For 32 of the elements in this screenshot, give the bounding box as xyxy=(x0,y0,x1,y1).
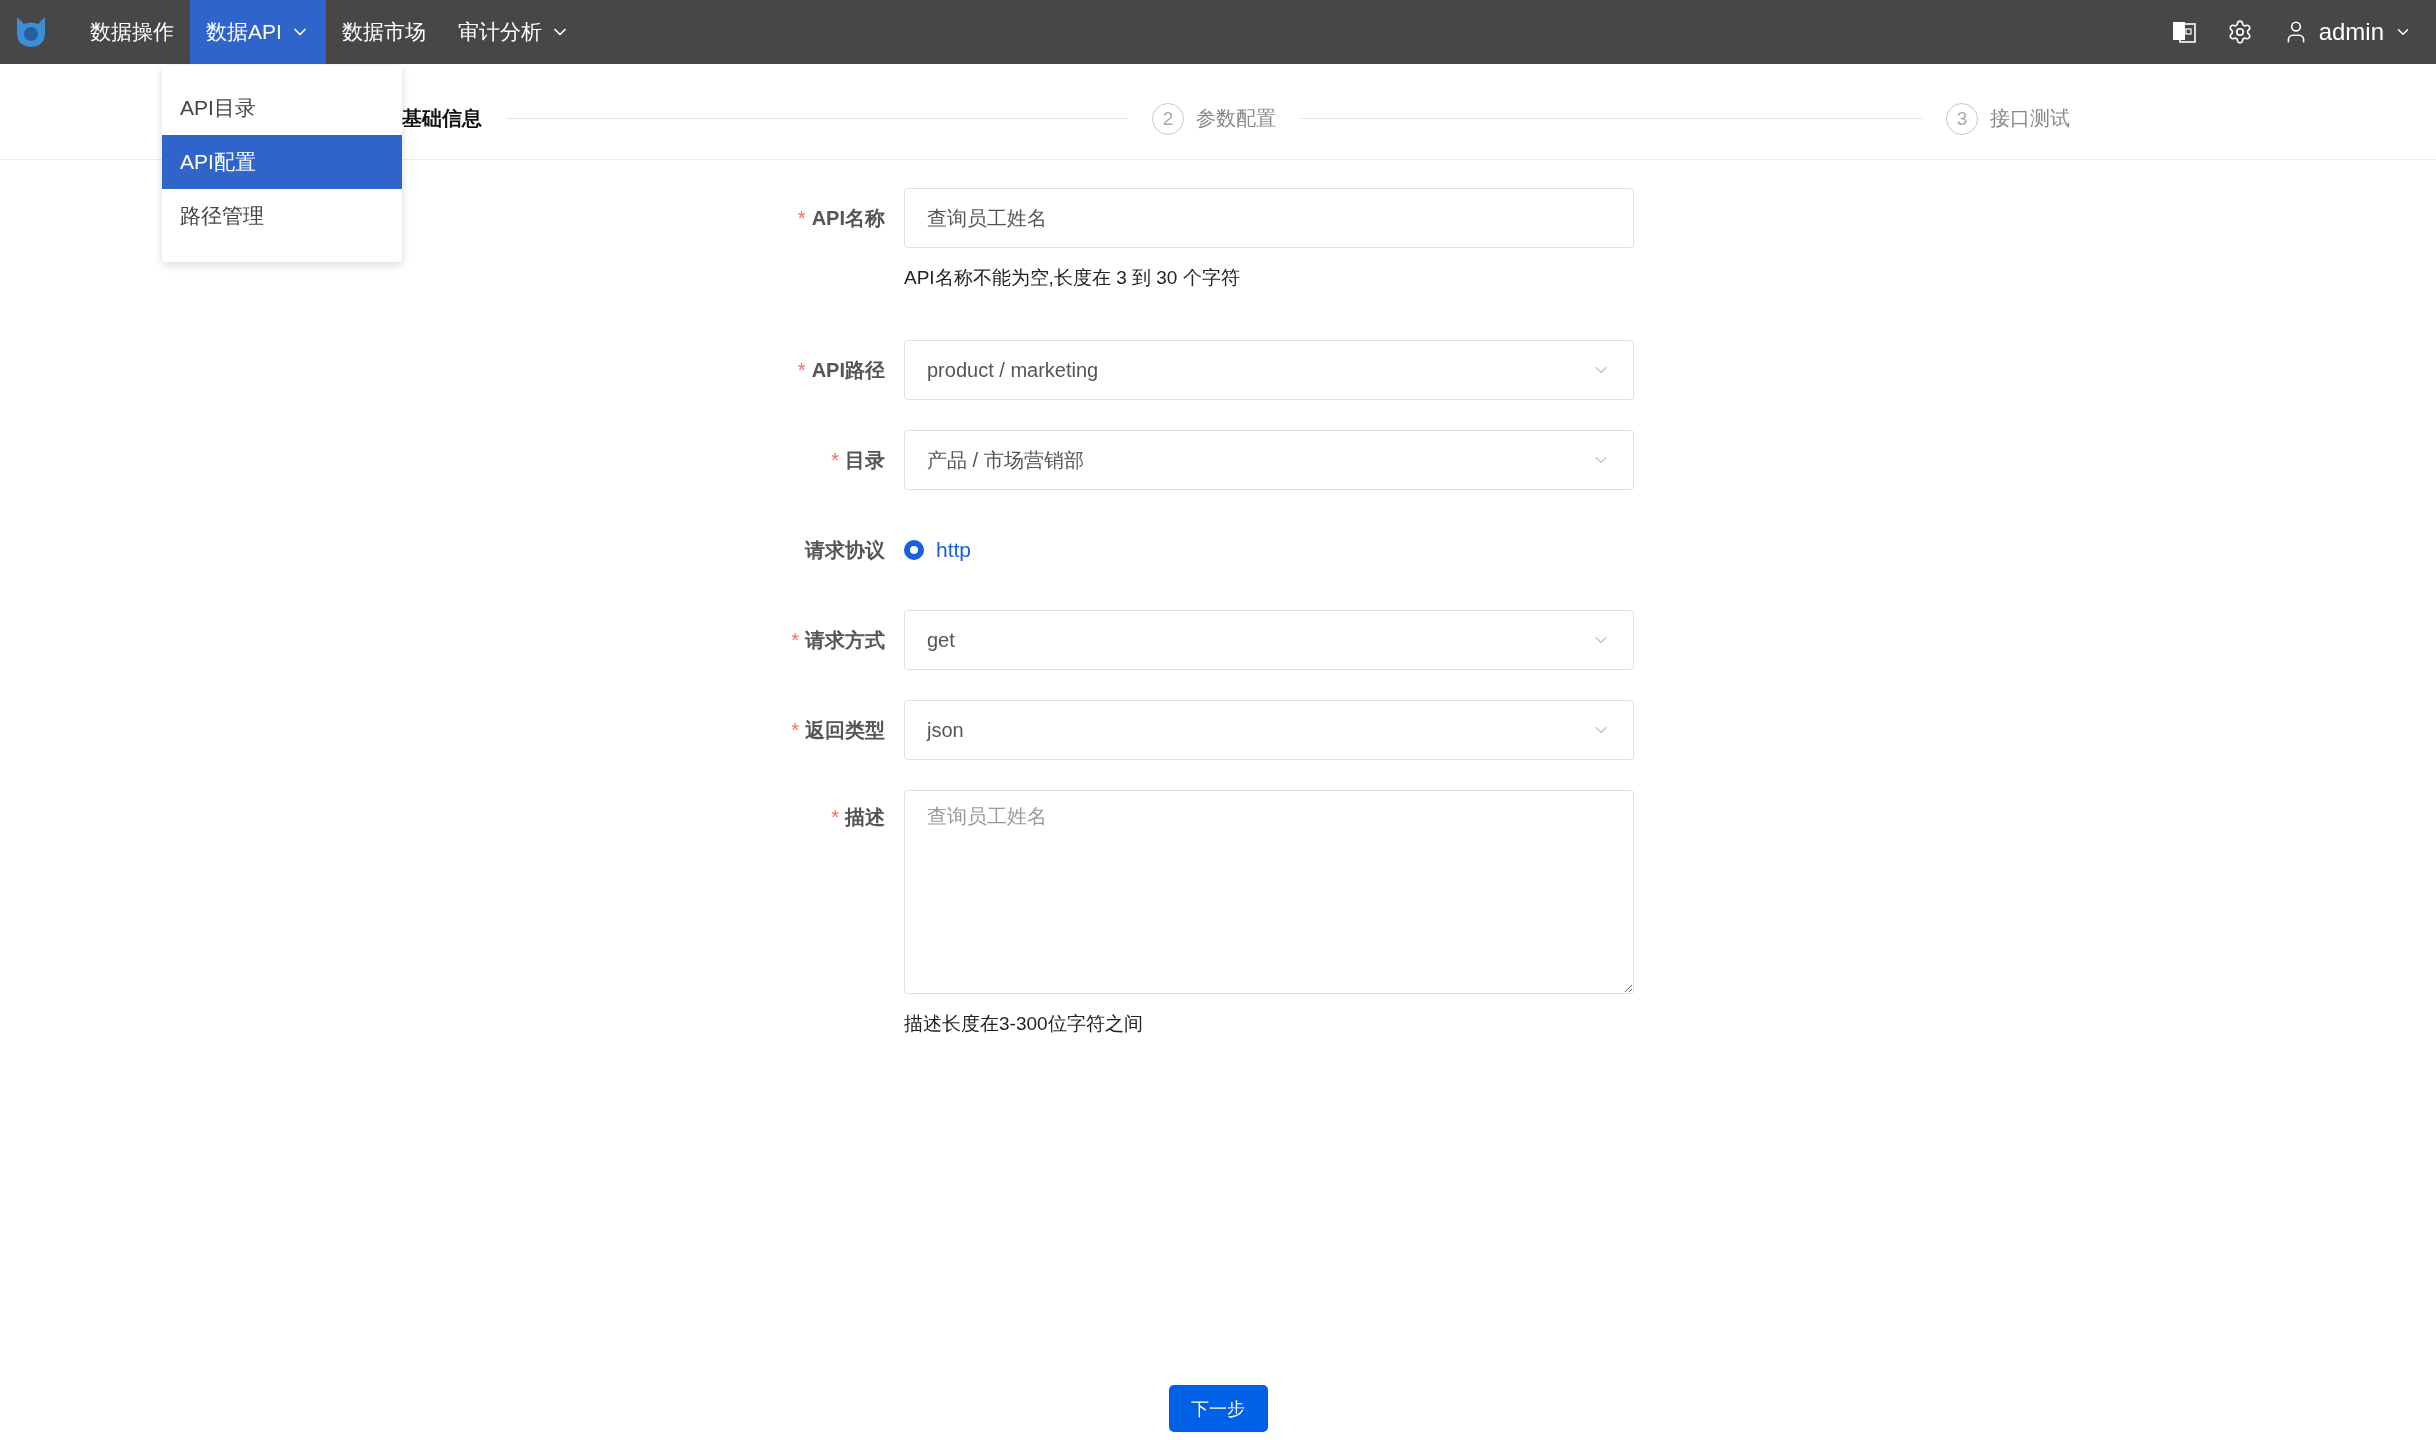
select-field[interactable]: get xyxy=(904,610,1634,670)
user-name[interactable]: admin xyxy=(2318,18,2384,46)
nav-menu-item[interactable]: 数据操作 xyxy=(74,0,190,64)
field-label: * 返回类型 xyxy=(790,717,885,743)
radio-label[interactable]: http xyxy=(936,538,972,562)
radio-button[interactable] xyxy=(904,540,924,560)
field-label: * API路径 xyxy=(796,357,885,383)
field-label: * 描述 xyxy=(830,805,885,830)
description-field[interactable]: 查询员工姓名 xyxy=(904,790,1634,994)
field-label: * API名称 xyxy=(796,205,885,231)
field-label: * 请求方式 xyxy=(790,627,885,653)
translate-icon[interactable] xyxy=(2170,19,2197,45)
field-hint: API名称不能为空,长度在 3 到 30 个字符 xyxy=(904,266,1241,290)
dropdown-menu-item[interactable]: 路径管理 xyxy=(162,189,402,243)
step-label: 参数配置 xyxy=(1196,106,1276,131)
settings-icon[interactable] xyxy=(2226,19,2253,45)
nav-menu-item[interactable]: 数据API xyxy=(190,0,326,64)
step-label: 基础信息 xyxy=(402,106,482,131)
field-label: 请求协议 xyxy=(803,537,885,563)
nav-menu-item[interactable]: 数据市场 xyxy=(325,0,442,64)
next-button[interactable]: 下一步 xyxy=(1168,1385,1268,1432)
nav-menu-item[interactable]: 审计分析 xyxy=(441,0,586,64)
logo-icon xyxy=(14,15,48,49)
step-label: 接口测试 xyxy=(1990,106,2070,131)
api-name-field[interactable]: 查询员工姓名 xyxy=(904,188,1634,248)
field-hint: 描述长度在3-300位字符之间 xyxy=(904,1012,1144,1036)
select-field[interactable]: product / marketing xyxy=(904,340,1634,400)
field-label: * 目录 xyxy=(830,447,885,473)
dropdown-menu-item[interactable]: API目录 xyxy=(162,81,402,135)
dropdown-menu-item[interactable]: API配置 xyxy=(162,135,402,189)
select-field[interactable]: 产品 / 市场营销部 xyxy=(904,430,1634,490)
select-field[interactable]: json xyxy=(904,700,1634,760)
